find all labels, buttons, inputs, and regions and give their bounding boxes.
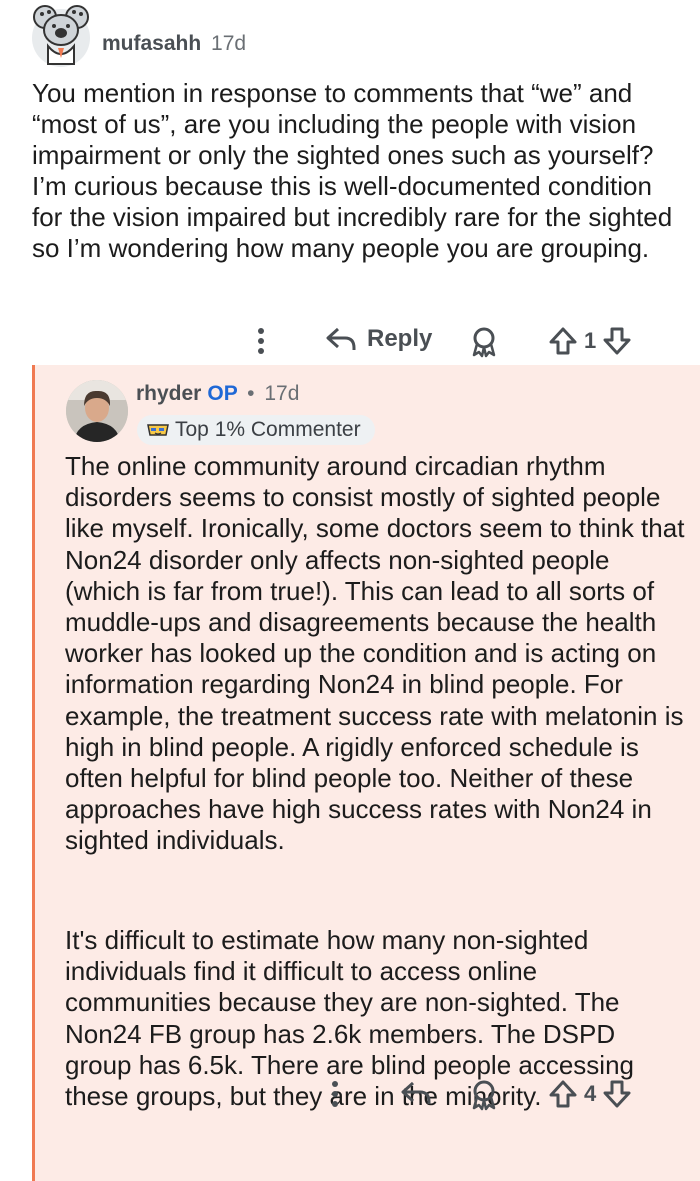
upvote-icon[interactable] [548,326,578,356]
downvote-icon[interactable] [602,1079,632,1109]
more-vertical-icon [332,1081,338,1107]
commenter-badge-icon [147,424,169,436]
vote-count: 4 [584,1081,597,1106]
achievement-badge[interactable]: Top 1% Commenter [137,415,375,445]
koala-avatar-icon[interactable] [30,0,92,68]
user-avatar[interactable] [66,380,128,442]
more-options-button[interactable] [251,326,271,356]
more-options-button[interactable] [325,1079,345,1109]
more-vertical-icon [258,328,264,354]
op-label: OP [207,382,238,405]
comment-author[interactable]: mufasahh 17d [102,32,246,56]
award-button[interactable] [469,326,499,358]
vote-controls: 1 [548,326,632,356]
reply-label: Reply [367,325,433,352]
username[interactable]: mufasahh [102,32,201,55]
parent-comment: mufasahh 17d You mention in response to … [0,0,700,365]
reply-arrow-icon [326,327,356,350]
comment-body: You mention in response to comments that… [32,78,673,263]
separator: • [247,382,255,405]
comment-age: 17d [264,382,300,405]
badge-label: Top 1% Commenter [175,418,361,441]
comment-actions: 4 [32,1075,700,1115]
username[interactable]: rhyder [136,382,201,405]
upvote-icon[interactable] [548,1079,578,1109]
comment-author[interactable]: rhyder OP • 17d [136,382,299,406]
downvote-icon[interactable] [602,326,632,356]
reply-button[interactable] [400,1078,432,1108]
award-button[interactable] [469,1079,499,1111]
reply-arrow-icon [401,1081,431,1104]
comment-actions: Reply 1 [0,322,700,362]
vote-count: 1 [584,328,597,353]
profile-photo-icon [66,380,128,442]
reply-comment: rhyder OP • 17d Top 1% Commenter The onli… [32,365,700,1181]
vote-controls: 4 [548,1079,632,1109]
award-icon [472,1080,496,1111]
comment-age: 17d [211,32,247,55]
award-icon [472,327,496,358]
comment-paragraph: The online community around circadian rh… [65,451,685,856]
reply-button[interactable]: Reply [325,324,432,354]
